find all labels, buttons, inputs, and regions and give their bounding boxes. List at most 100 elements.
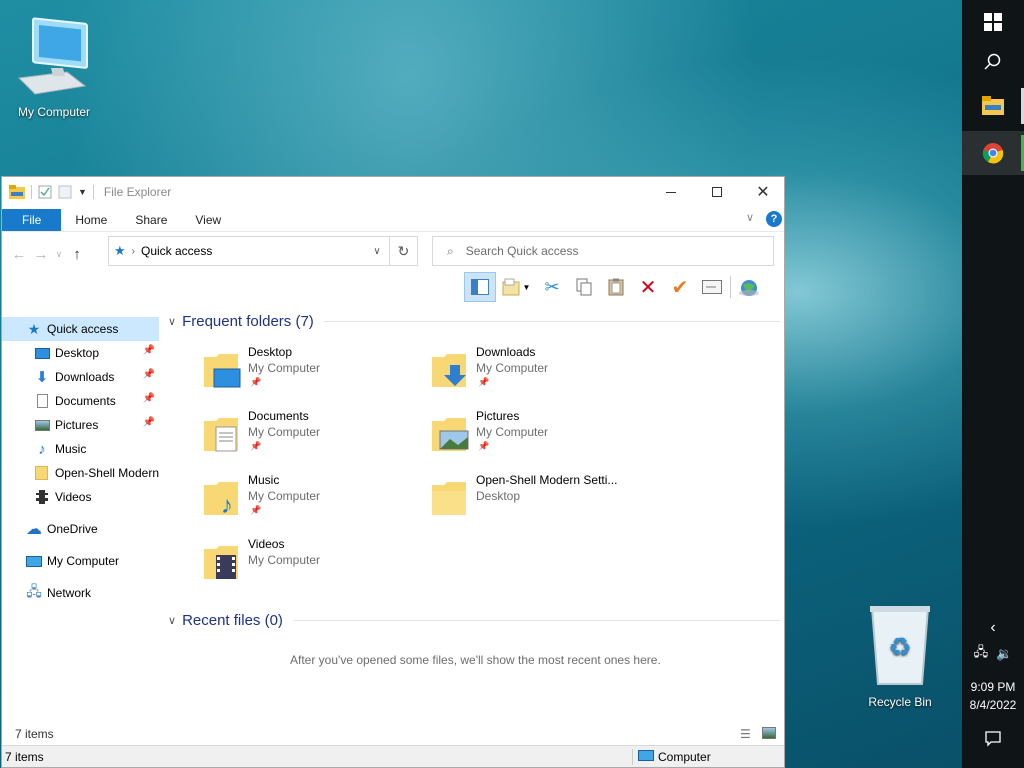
separator (730, 276, 731, 298)
delete-button[interactable]: ✕ (632, 272, 664, 302)
windows-logo-icon (984, 13, 1002, 31)
folder-location: Desktop (476, 489, 521, 503)
star-icon: ★ (114, 243, 126, 258)
network-icon[interactable]: 🖧 (974, 643, 989, 665)
desktop-icon-label: My Computer (17, 105, 91, 119)
tab-file[interactable]: File (2, 209, 62, 231)
star-icon: ★ (27, 320, 41, 337)
preview-pane-button[interactable] (464, 272, 496, 302)
ribbon-tabs: File Home Share View ∨ ? (2, 207, 784, 231)
paste-button[interactable] (600, 272, 632, 302)
cut-button[interactable]: ✂ (536, 272, 568, 302)
pin-icon: 📌 (142, 417, 155, 428)
folder-tile-pictures[interactable]: Pictures My Computer 📌 (430, 409, 658, 469)
expand-ribbon-icon[interactable]: ∨ (746, 211, 754, 224)
details-view-icon[interactable]: ☰ (740, 727, 751, 741)
cloud-icon: ☁ (26, 521, 42, 538)
nav-item-desktop[interactable]: Desktop 📌 (2, 341, 159, 365)
nav-item-documents[interactable]: Documents 📌 (2, 389, 159, 413)
recycle-bin-icon: ♻ (870, 606, 930, 685)
window-title: File Explorer (103, 185, 172, 199)
address-dropdown-icon[interactable]: ∨ (365, 246, 389, 257)
file-explorer-window: ▼ File Explorer ✕ File Home Share View ∨… (1, 176, 785, 768)
taskbar-file-explorer[interactable] (962, 84, 1024, 128)
properties-icon[interactable] (38, 185, 52, 199)
divider (292, 620, 780, 621)
internet-options-button[interactable] (733, 272, 765, 302)
nav-item-downloads[interactable]: ⬇ Downloads 📌 (2, 365, 159, 389)
pin-icon: 📌 (250, 505, 262, 515)
command-toolbar: ▼ ✂ ✕ ✔ (464, 272, 765, 302)
folder-name: Desktop (248, 345, 293, 359)
nav-item-quick-access[interactable]: ★ Quick access (2, 317, 159, 341)
desktop-icon-recycle-bin[interactable]: ♻ Recycle Bin (852, 600, 948, 709)
properties-button[interactable] (696, 272, 728, 302)
search-button[interactable] (962, 40, 1024, 84)
frequent-folders-header[interactable]: ∨ Frequent folders (7) (168, 313, 780, 330)
tab-share[interactable]: Share (121, 209, 181, 231)
folder-name: Open-Shell Modern Setti... (476, 473, 618, 487)
nav-item-pictures[interactable]: Pictures 📌 (2, 413, 159, 437)
folder-tile-downloads[interactable]: Downloads My Computer 📌 (430, 345, 658, 405)
nav-label: Downloads (55, 370, 115, 384)
status-bar: 7 items ☰ (2, 723, 784, 745)
computer-icon (638, 750, 654, 761)
recent-files-header[interactable]: ∨ Recent files (0) (168, 612, 780, 629)
nav-label: Documents (55, 394, 116, 408)
checkmark-icon: ✔ (671, 276, 689, 299)
computer-icon (17, 17, 88, 95)
help-icon[interactable]: ? (766, 211, 782, 227)
clock-time: 9:09 PM (970, 680, 1016, 694)
search-input[interactable]: ⌕ Search Quick access (432, 236, 774, 266)
forward-button[interactable]: → (30, 246, 52, 263)
folder-location: My Computer (476, 425, 549, 439)
pin-icon: 📌 (250, 441, 262, 451)
close-button[interactable]: ✕ (740, 177, 786, 207)
refresh-button[interactable]: ↻ (389, 237, 417, 265)
large-icons-view-icon[interactable] (762, 727, 776, 739)
folder-tile-music[interactable]: ♪ Music My Computer 📌 (202, 473, 430, 533)
folder-location: My Computer (248, 489, 321, 503)
taskbar-chrome[interactable] (962, 131, 1024, 175)
nav-item-onedrive[interactable]: ☁ OneDrive (2, 517, 159, 541)
nav-label: My Computer (47, 554, 120, 568)
nav-item-my-computer[interactable]: My Computer (2, 549, 159, 573)
start-button[interactable] (962, 0, 1024, 44)
chevron-left-icon: ‹ (990, 619, 996, 636)
action-center-button[interactable] (962, 718, 1024, 760)
nav-item-videos[interactable]: Videos (2, 485, 159, 509)
globe-icon (739, 280, 759, 296)
desktop-icon (34, 345, 50, 361)
folder-options-button[interactable]: ▼ (496, 272, 536, 302)
folder-tile-videos[interactable]: Videos My Computer (202, 537, 430, 597)
delete-icon: ✕ (639, 276, 657, 299)
tab-home[interactable]: Home (61, 209, 121, 231)
svg-text:♪: ♪ (221, 492, 233, 517)
network-icon: 🖧 (26, 583, 42, 599)
nav-item-music[interactable]: ♪ Music (2, 437, 159, 461)
clock[interactable]: 9:09 PM 8/4/2022 (962, 680, 1024, 712)
pin-icon: 📌 (478, 377, 490, 387)
bottom-item-count: 7 items (5, 749, 44, 764)
videos-folder-icon (204, 546, 238, 579)
tab-view[interactable]: View (181, 209, 235, 231)
copy-button[interactable] (568, 272, 600, 302)
recent-locations-icon[interactable]: ∨ (52, 249, 66, 260)
volume-icon[interactable]: 🔉 (996, 646, 1012, 662)
nav-item-openshell[interactable]: Open-Shell Modern (2, 461, 159, 485)
folder-options-icon (502, 278, 520, 296)
new-folder-icon[interactable] (58, 185, 72, 199)
title-bar[interactable]: ▼ File Explorer ✕ (2, 177, 784, 207)
minimize-button[interactable] (648, 177, 694, 207)
folder-tile-documents[interactable]: Documents My Computer 📌 (202, 409, 430, 469)
folder-tile-openshell[interactable]: Open-Shell Modern Setti... Desktop (430, 473, 658, 533)
back-button[interactable]: ← (8, 246, 30, 263)
desktop-icon-my-computer[interactable]: My Computer (6, 12, 102, 119)
address-bar[interactable]: ★ › Quick access ∨ ↻ (108, 236, 418, 266)
customize-qat-icon[interactable]: ▼ (78, 187, 87, 197)
folder-tile-desktop[interactable]: Desktop My Computer 📌 (202, 345, 430, 405)
maximize-button[interactable] (694, 177, 740, 207)
rename-button[interactable]: ✔ (664, 272, 696, 302)
nav-item-network[interactable]: 🖧 Network (2, 581, 159, 605)
up-button[interactable]: ↑ (66, 246, 88, 263)
